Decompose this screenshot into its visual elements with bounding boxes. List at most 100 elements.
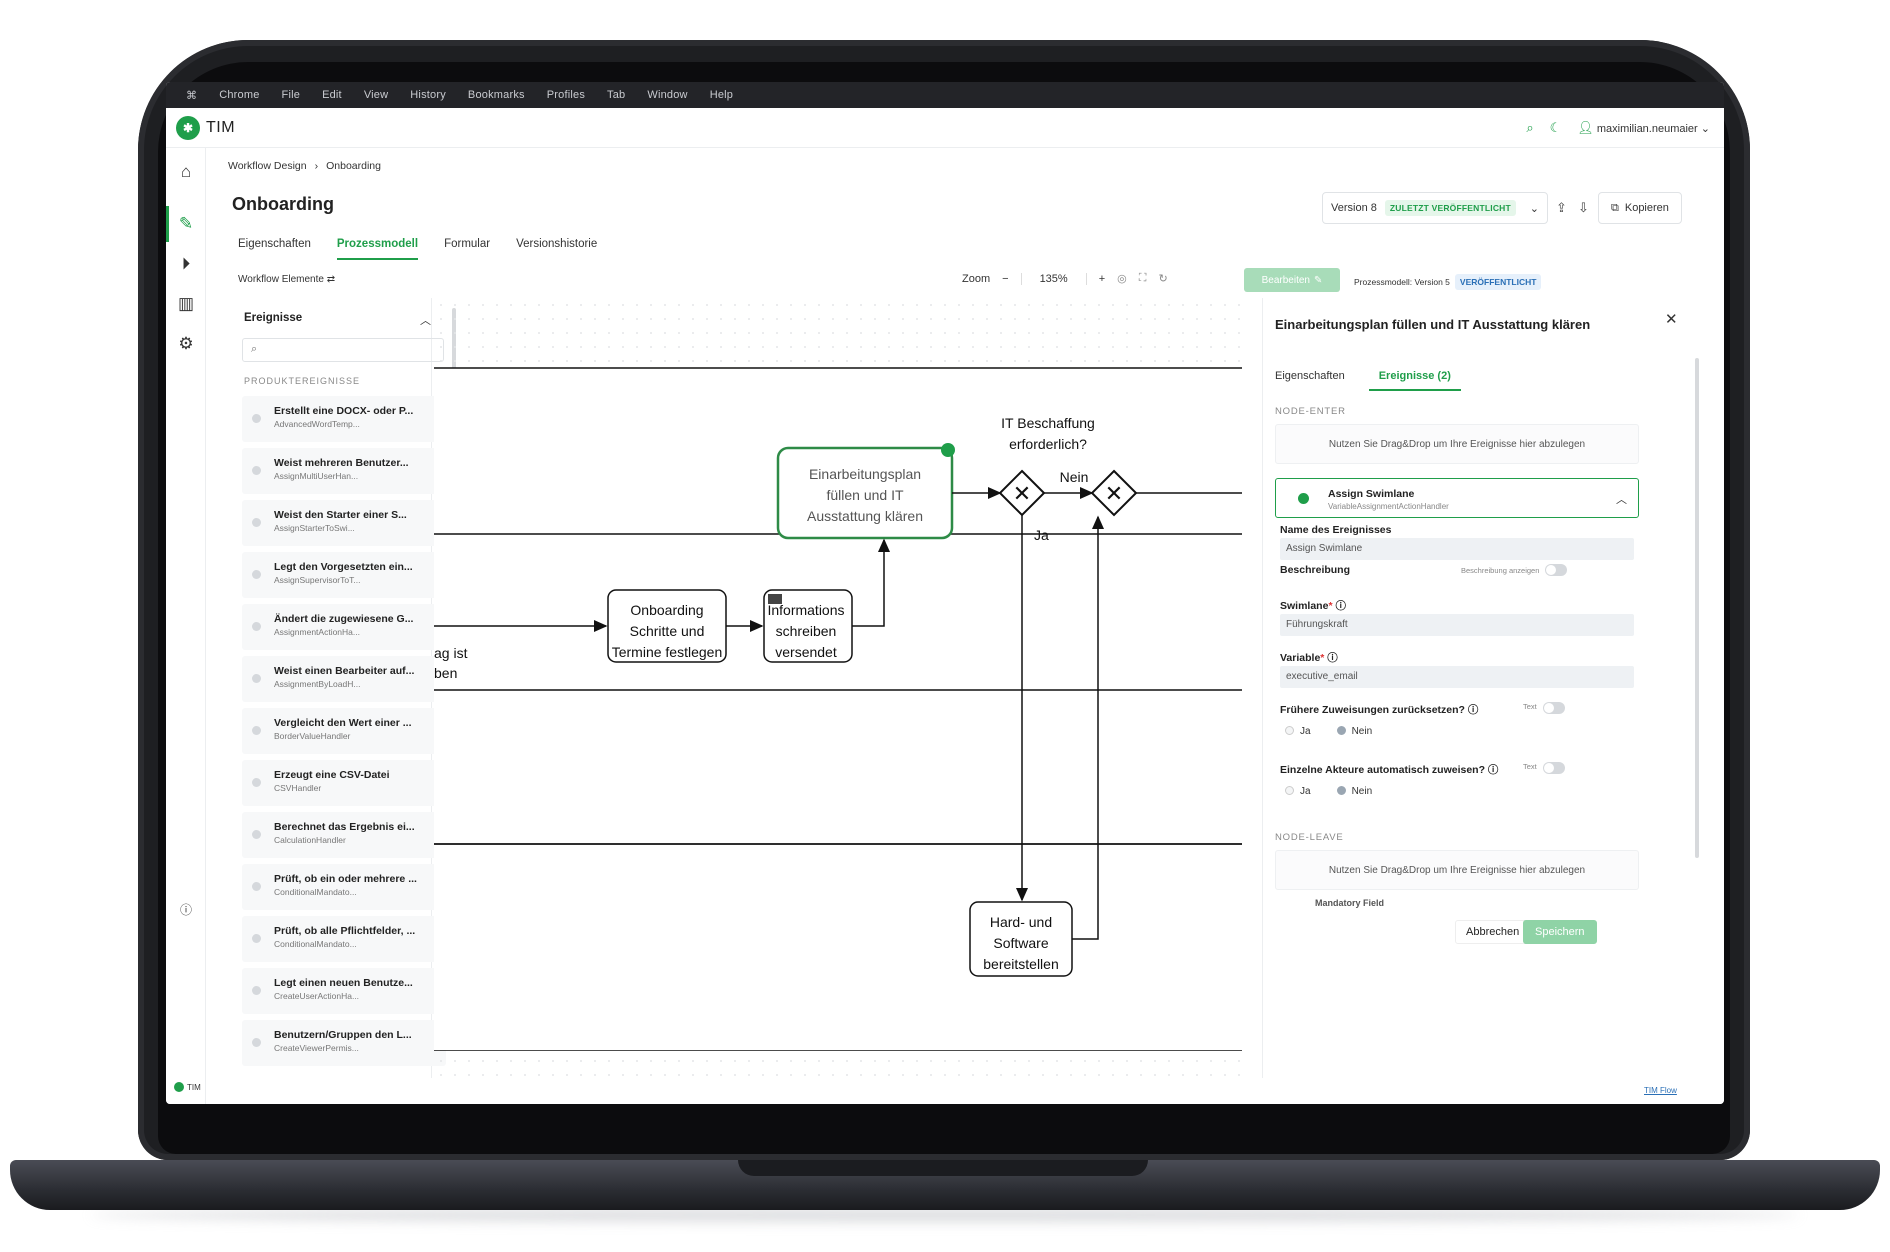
menu-history[interactable]: History	[410, 89, 446, 101]
events-section-label: PRODUKTEREIGNISSE	[244, 376, 361, 386]
radio-nein[interactable]: Nein	[1336, 786, 1372, 797]
zoom-out-button[interactable]: −	[1002, 273, 1008, 285]
cancel-button[interactable]: Abbrechen	[1455, 920, 1531, 944]
version-select[interactable]: Version 8 ZULETZT VERÖFFENTLICHT ⌄	[1322, 192, 1548, 224]
menu-chrome[interactable]: Chrome	[219, 89, 259, 101]
top-actions: ⌕ ☾ 👤︎ maximilian.neumaier ⌄	[1526, 120, 1710, 136]
node-enter-dropzone[interactable]: Nutzen Sie Drag&Drop um Ihre Ereignisse …	[1275, 424, 1639, 464]
reset-assignments-toggle[interactable]	[1543, 702, 1565, 714]
list-item[interactable]: Berechnet das Ergebnis ei... CalculationH…	[242, 812, 446, 858]
list-item[interactable]: Erstellt eine DOCX- oder P... AdvancedWor…	[242, 396, 446, 442]
variable-input[interactable]: executive_email	[1280, 666, 1634, 688]
event-handler: VariableAssignmentActionHandler	[1328, 502, 1449, 511]
menu-view[interactable]: View	[364, 89, 388, 101]
chevron-up-icon[interactable]: ︿	[1616, 491, 1627, 507]
tab-prozessmodell[interactable]: Prozessmodell	[336, 238, 419, 260]
copy-button[interactable]: ⧉ Kopieren	[1598, 192, 1682, 224]
play-icon[interactable]: ⏵	[176, 254, 196, 274]
chart-icon[interactable]: ▥	[176, 294, 196, 314]
logo-mark-icon	[174, 1082, 184, 1092]
info-icon[interactable]: ⓘ	[1327, 652, 1338, 664]
list-item[interactable]: Ändert die zugewiesene G... AssignmentAct…	[242, 604, 446, 650]
list-item[interactable]: Legt einen neuen Benutze... CreateUserAct…	[242, 968, 446, 1014]
list-item[interactable]: Weist den Starter einer S... AssignStarte…	[242, 500, 446, 546]
moon-icon[interactable]: ☾	[1550, 120, 1562, 136]
list-item[interactable]: Vergleicht den Wert einer ... BorderValue…	[242, 708, 446, 754]
event-item-title: Prüft, ob alle Pflichtfelder, ...	[274, 925, 416, 937]
menu-edit[interactable]: Edit	[322, 89, 342, 101]
edit-badge-icon[interactable]	[941, 443, 955, 457]
process-canvas[interactable]: Einarbeitungsplan füllen und IT Ausstatt…	[434, 298, 1242, 1078]
info-icon[interactable]: ⓘ	[1488, 764, 1499, 776]
radio-ja[interactable]: Ja	[1285, 726, 1311, 737]
event-name-input[interactable]: Assign Swimlane	[1280, 538, 1634, 560]
left-nav: ⌂ ✎ ⏵ ▥ ⚙ ⓘ	[166, 148, 206, 1104]
list-item[interactable]: Erzeugt eine CSV-Datei CSVHandler	[242, 760, 446, 806]
event-type-icon	[252, 414, 261, 423]
events-search-input[interactable]: ⌕	[242, 338, 444, 362]
breadcrumb-workflow-design[interactable]: Workflow Design	[228, 160, 307, 172]
event-type-icon	[252, 466, 261, 475]
target-icon[interactable]: ◎	[1117, 272, 1127, 285]
gear-icon[interactable]: ⚙	[176, 334, 196, 354]
upload-icon[interactable]: ⇪	[1556, 200, 1567, 216]
search-icon[interactable]: ⌕	[1526, 120, 1533, 136]
list-item[interactable]: Prüft, ob alle Pflichtfelder, ... Conditi…	[242, 916, 446, 962]
event-type-icon	[252, 518, 261, 527]
tab-props-eigenschaften[interactable]: Eigenschaften	[1275, 370, 1345, 391]
auto-assign-toggle[interactable]	[1543, 762, 1565, 774]
radio-ja[interactable]: Ja	[1285, 786, 1311, 797]
pencil-icon[interactable]: ✎	[176, 214, 196, 234]
zoom-in-button[interactable]: +	[1099, 273, 1105, 285]
properties-scrollbar[interactable]	[1695, 358, 1699, 858]
tab-formular[interactable]: Formular	[444, 238, 490, 260]
tab-props-ereignisse[interactable]: Ereignisse (2)	[1368, 370, 1461, 391]
download-icon[interactable]: ⇩	[1578, 200, 1589, 216]
copy-label: Kopieren	[1624, 202, 1669, 214]
node-leave-dropzone[interactable]: Nutzen Sie Drag&Drop um Ihre Ereignisse …	[1275, 850, 1639, 890]
footer-link[interactable]: TIM Flow	[1644, 1086, 1677, 1095]
properties-footer: Abbrechen Speichern	[1263, 912, 1707, 952]
list-item[interactable]: Weist einen Bearbeiter auf... AssignmentB…	[242, 656, 446, 702]
search-icon: ⌕	[251, 343, 258, 355]
apple-icon[interactable]: ⌘	[186, 89, 197, 102]
chevron-up-icon[interactable]: ︿	[420, 312, 431, 328]
app-logo[interactable]: ✱ TIM	[176, 116, 235, 140]
menu-file[interactable]: File	[282, 89, 301, 101]
tab-eigenschaften[interactable]: Eigenschaften	[238, 238, 311, 260]
event-type-icon	[252, 830, 261, 839]
fullscreen-icon[interactable]: ⛶	[1139, 272, 1147, 285]
list-item[interactable]: Prüft, ob ein oder mehrere ... Conditiona…	[242, 864, 446, 910]
menu-window[interactable]: Window	[647, 89, 687, 101]
breadcrumb: Workflow Design › Onboarding	[228, 160, 381, 172]
info-icon[interactable]: ⓘ	[1468, 704, 1479, 716]
task-mail-line-3: versendet	[775, 644, 837, 660]
event-item-title: Berechnet das Ergebnis ei...	[274, 821, 415, 833]
event-item-handler: AssignStarterToSwi...	[274, 523, 355, 533]
workflow-elements-toggle[interactable]: Workflow Elemente ⇄	[238, 274, 335, 285]
refresh-icon[interactable]: ↻	[1158, 272, 1167, 285]
description-toggle[interactable]	[1545, 564, 1567, 576]
menu-profiles[interactable]: Profiles	[547, 89, 585, 101]
edit-button[interactable]: Bearbeiten ✎	[1244, 268, 1340, 292]
list-item[interactable]: Weist mehreren Benutzer... AssignMultiUse…	[242, 448, 446, 494]
home-icon[interactable]: ⌂	[176, 162, 196, 182]
menu-tab[interactable]: Tab	[607, 89, 625, 101]
event-card-assign-swimlane[interactable]: Assign Swimlane VariableAssignmentAction…	[1275, 478, 1639, 518]
events-header[interactable]: Ereignisse	[244, 312, 302, 324]
info-icon[interactable]: ⓘ	[1335, 600, 1346, 612]
save-button[interactable]: Speichern	[1523, 920, 1597, 944]
list-item[interactable]: Benutzern/Gruppen den L... CreateViewerPe…	[242, 1020, 446, 1066]
close-icon[interactable]: ✕	[1665, 310, 1678, 328]
user-menu[interactable]: 👤︎ maximilian.neumaier ⌄	[1577, 120, 1710, 136]
menu-bookmarks[interactable]: Bookmarks	[468, 89, 525, 101]
tab-versionshistorie[interactable]: Versionshistorie	[516, 238, 597, 260]
menu-help[interactable]: Help	[710, 89, 733, 101]
swimlane-input[interactable]: Führungskraft	[1280, 614, 1634, 636]
list-item[interactable]: Legt den Vorgesetzten ein... AssignSuperv…	[242, 552, 446, 598]
info-icon[interactable]: ⓘ	[176, 900, 196, 920]
zoom-value[interactable]: 135%	[1020, 272, 1087, 285]
radio-nein[interactable]: Nein	[1336, 726, 1372, 737]
breadcrumb-onboarding[interactable]: Onboarding	[326, 160, 381, 172]
edit-label: Bearbeiten	[1261, 274, 1310, 286]
